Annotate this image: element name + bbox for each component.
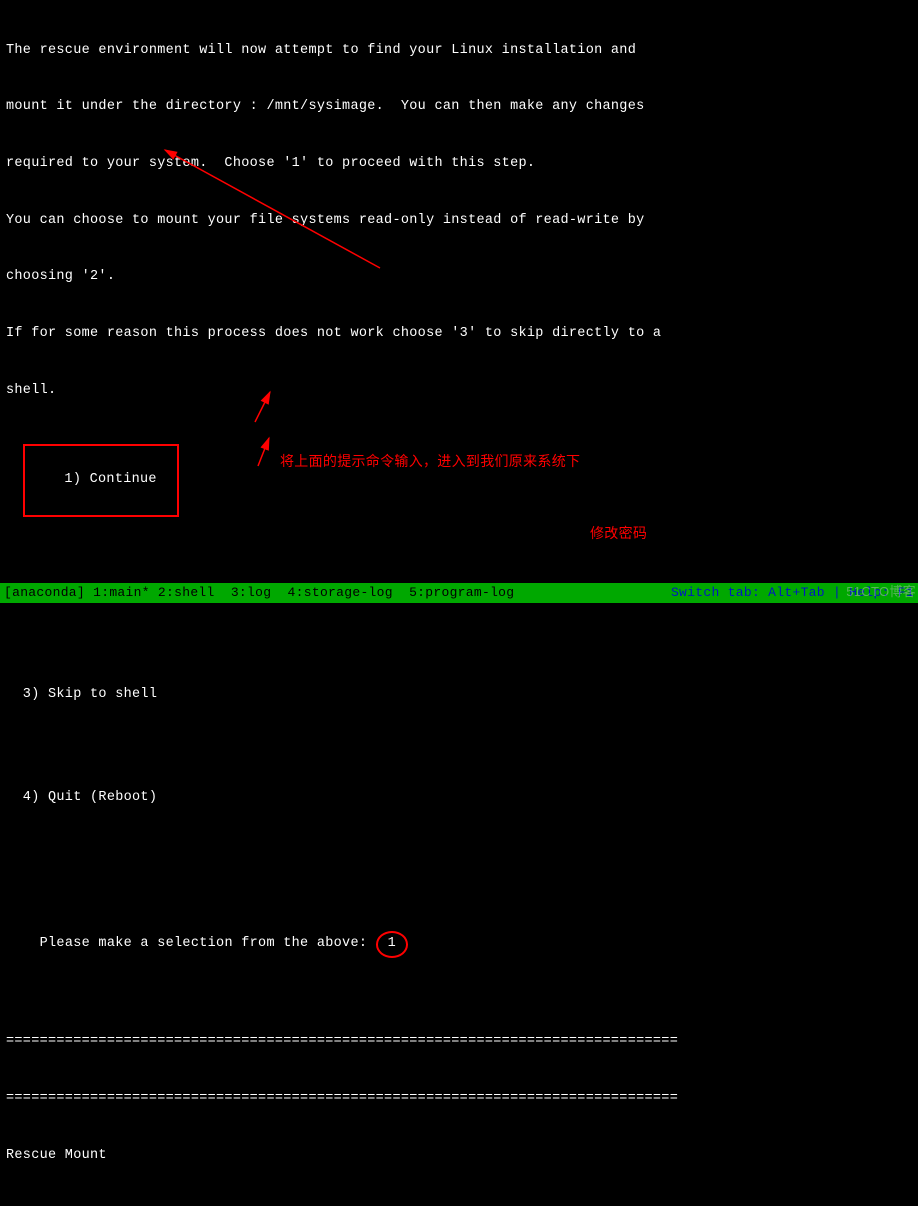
- divider: ========================================…: [6, 1090, 912, 1109]
- menu-option-1[interactable]: 1) Continue: [64, 472, 156, 487]
- watermark: 51CTO博客: [846, 583, 916, 601]
- menu-option-1-box: 1) Continue: [23, 444, 179, 517]
- terminal-screen: The rescue environment will now attempt …: [0, 0, 918, 1206]
- intro-line: The rescue environment will now attempt …: [6, 42, 912, 61]
- intro-line: If for some reason this process does not…: [6, 325, 912, 344]
- divider: ========================================…: [6, 1033, 912, 1052]
- intro-line: choosing '2'.: [6, 268, 912, 287]
- selection-prompt: Please make a selection from the above: …: [6, 912, 912, 977]
- annotation-cmd-hint: 将上面的提示命令输入，进入到我们原来系统下: [280, 452, 580, 472]
- tmux-status-bar: [anaconda] 1:main* 2:shell 3:log 4:stora…: [0, 583, 918, 603]
- intro-line: shell.: [6, 382, 912, 401]
- menu-option-3[interactable]: 3) Skip to shell: [6, 686, 912, 705]
- intro-line: mount it under the directory : /mnt/sysi…: [6, 98, 912, 117]
- annotation-pw-hint: 修改密码: [590, 524, 647, 544]
- user-input-1[interactable]: 1: [376, 931, 408, 958]
- intro-line: required to your system. Choose '1' to p…: [6, 155, 912, 174]
- rescue-header: Rescue Mount: [6, 1147, 912, 1166]
- intro-line: You can choose to mount your file system…: [6, 212, 912, 231]
- status-left: [anaconda] 1:main* 2:shell 3:log 4:stora…: [4, 584, 514, 602]
- menu-option-4[interactable]: 4) Quit (Reboot): [6, 789, 912, 808]
